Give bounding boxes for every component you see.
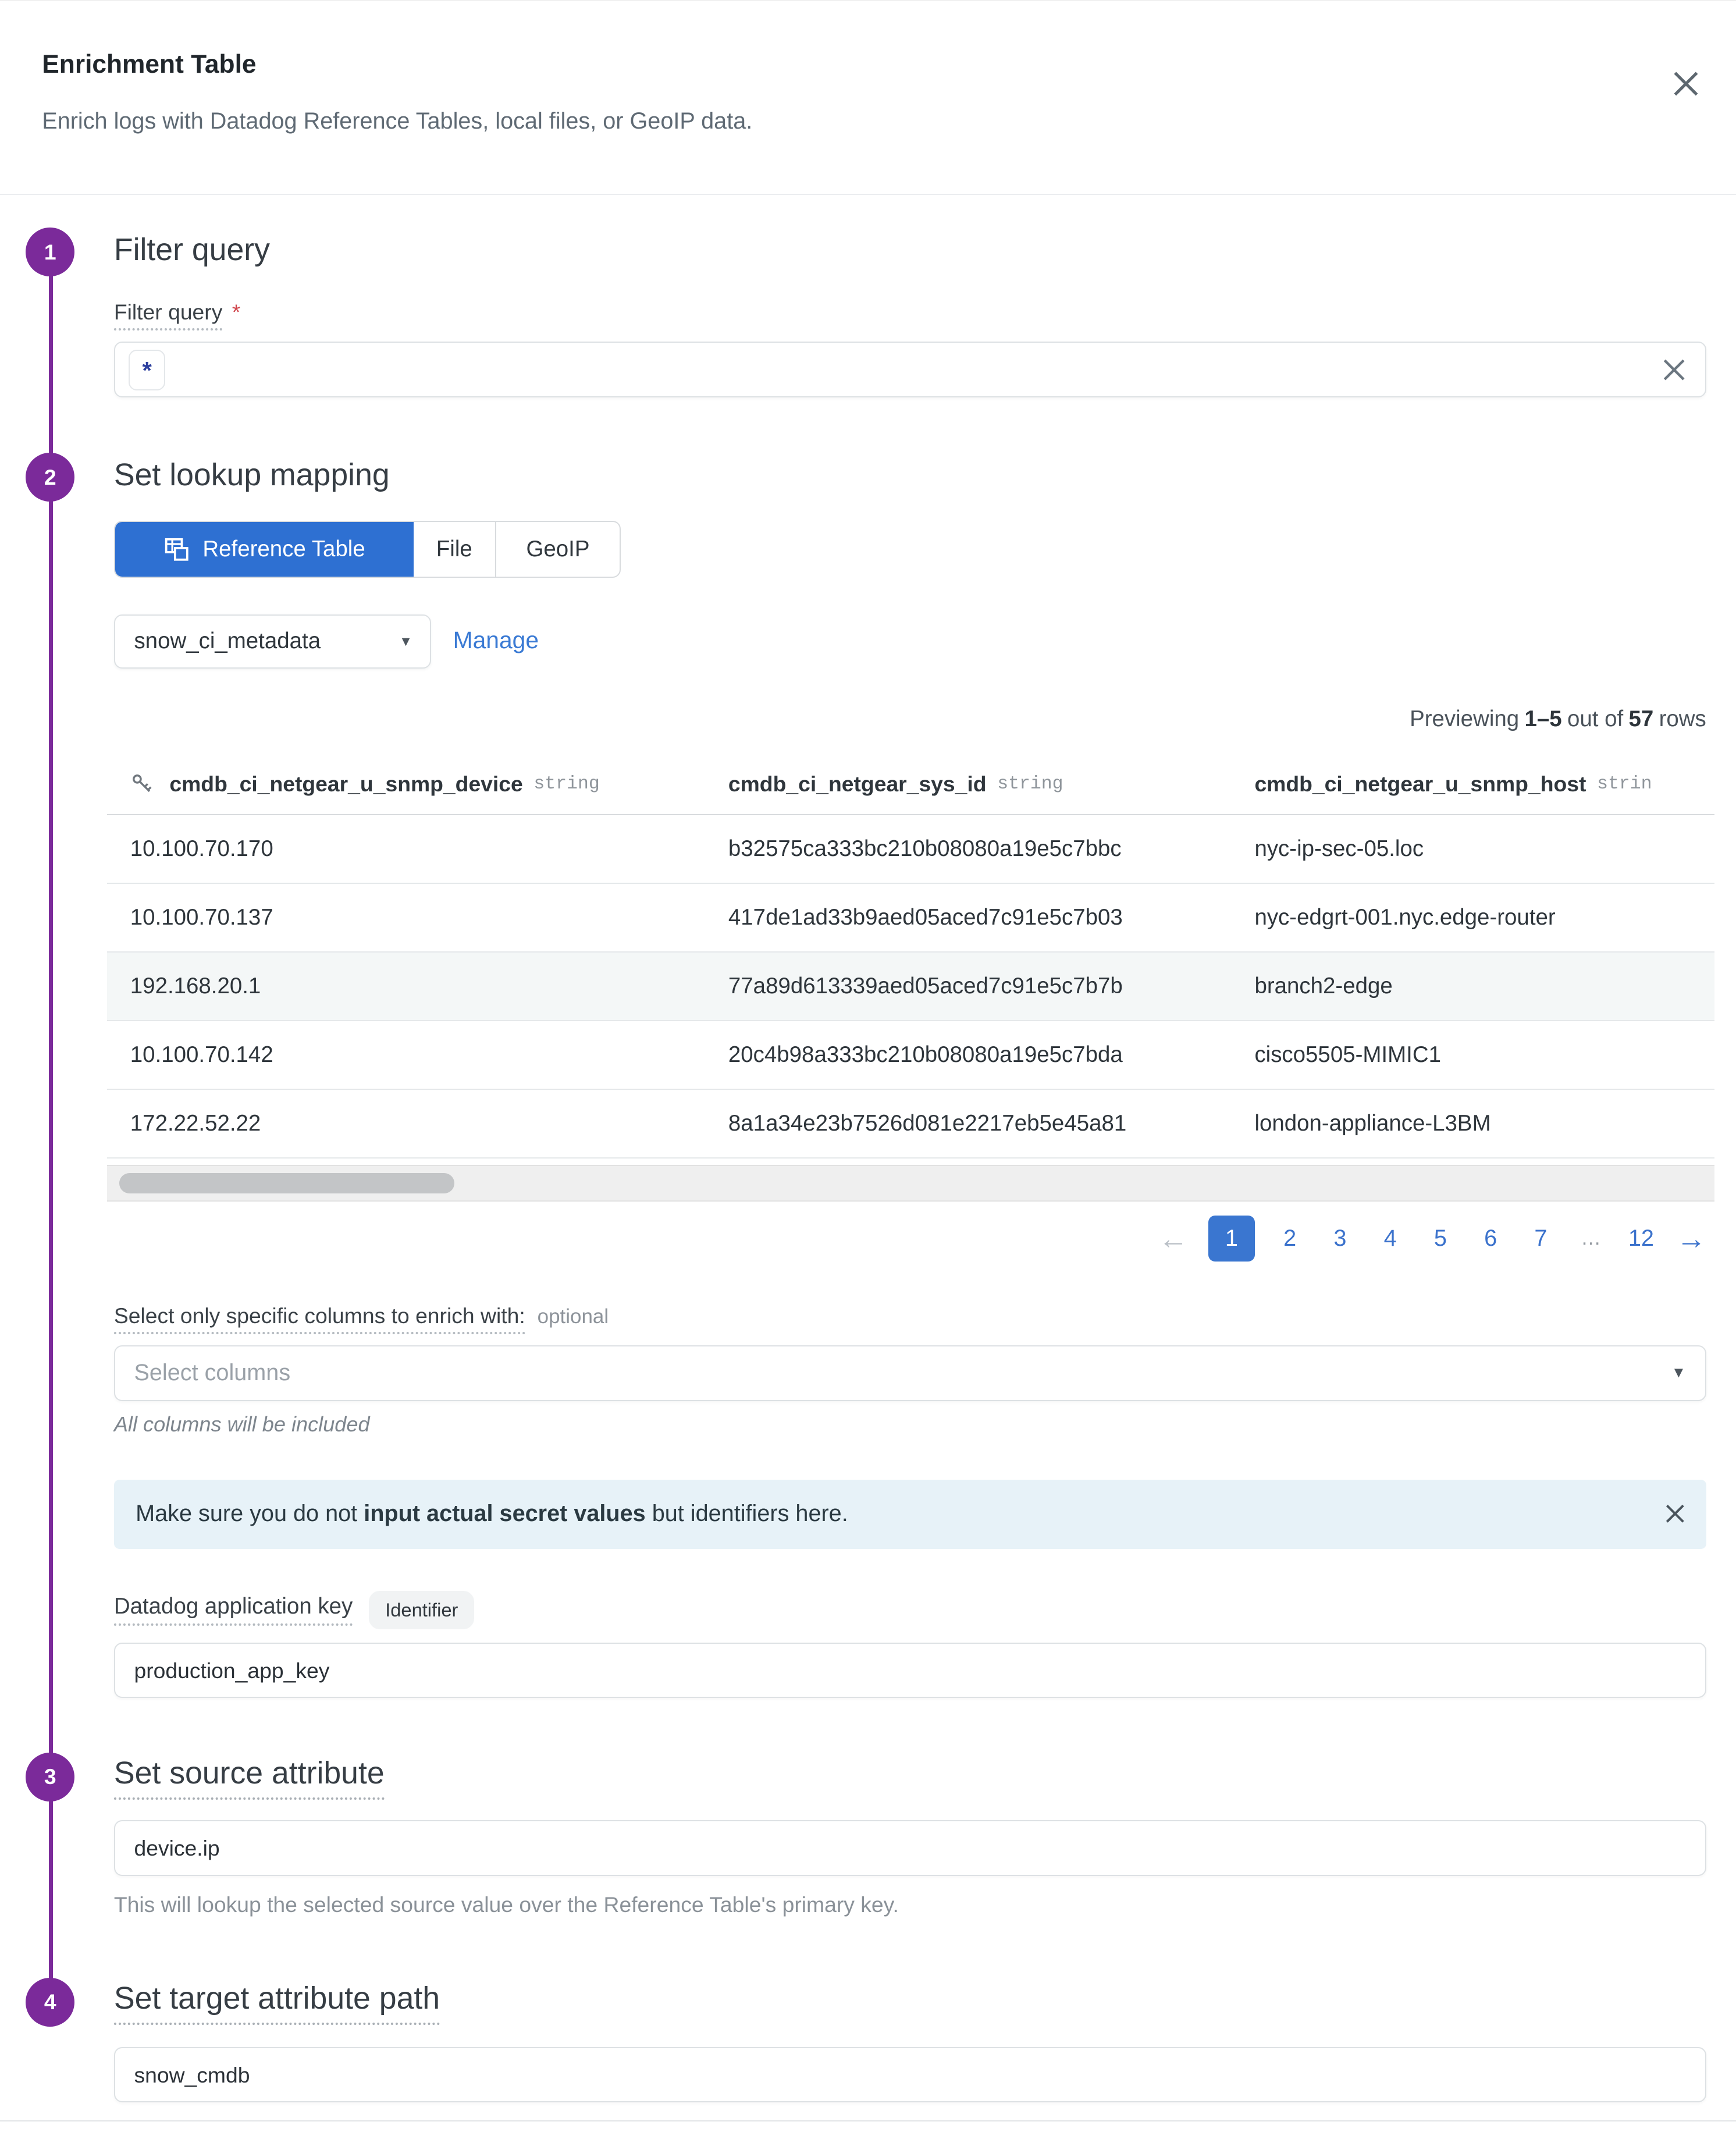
table-row: 172.22.52.22 8a1a34e23b7526d081e2217eb5e…: [107, 1090, 1714, 1159]
column-header-snmp-host: cmdb_ci_netgear_u_snmp_host string: [1254, 753, 1651, 815]
pagination-ellipsis: …: [1576, 1227, 1606, 1250]
tab-file[interactable]: File: [414, 522, 496, 577]
page-7[interactable]: 7: [1526, 1225, 1556, 1252]
cell-host: branch2-edge: [1254, 953, 1392, 1021]
next-page-icon[interactable]: →: [1677, 1216, 1706, 1262]
dismiss-banner-icon[interactable]: [1662, 1500, 1689, 1527]
prev-page-icon[interactable]: ←: [1158, 1216, 1188, 1262]
reference-table-select[interactable]: snow_ci_metadata ▼: [114, 614, 432, 669]
filter-query-token[interactable]: *: [129, 350, 165, 390]
clear-filter-icon[interactable]: [1659, 355, 1689, 385]
table-row: 10.100.70.137 417de1ad33b9aed05aced7c91e…: [107, 884, 1714, 953]
pagination: ← 1 2 3 4 5 6 7 … 12 →: [1158, 1214, 1706, 1263]
reference-table-select-value: snow_ci_metadata: [134, 616, 321, 667]
step-2-badge: 2: [26, 453, 74, 502]
cell-device: 10.100.70.170: [130, 815, 273, 883]
tab-reference-table[interactable]: Reference Table: [115, 522, 414, 577]
cell-host: nyc-ip-sec-05.loc: [1254, 815, 1424, 883]
cell-sys-id: 20c4b98a333bc210b08080a19e5c7bda: [728, 1021, 1123, 1089]
step-3-title: Set source attribute: [114, 1755, 385, 1791]
secret-warning-banner: Make sure you do not input actual secret…: [114, 1480, 1706, 1549]
required-asterisk: *: [232, 300, 241, 324]
cell-sys-id: b32575ca333bc210b08080a19e5c7bbc: [728, 815, 1122, 883]
cell-sys-id: 77a89d613339aed05aced7c91e5c7b7b: [728, 953, 1123, 1021]
cell-device: 172.22.52.22: [130, 1090, 261, 1158]
enrichment-table-panel: Enrichment Table Enrich logs with Datado…: [0, 0, 1736, 2131]
tab-geoip[interactable]: GeoIP: [496, 522, 620, 577]
lookup-source-tabs: Reference Table File GeoIP: [114, 521, 621, 578]
all-columns-hint: All columns will be included: [114, 1412, 370, 1437]
cell-device: 10.100.70.137: [130, 884, 273, 952]
horizontal-scrollbar[interactable]: [107, 1165, 1714, 1202]
preview-count: Previewing1–5out of57rows: [1404, 706, 1706, 732]
chevron-down-icon: ▼: [1671, 1346, 1686, 1399]
step-3-badge: 3: [26, 1753, 74, 1801]
cell-device: 192.168.20.1: [130, 953, 261, 1021]
app-key-label: Datadog application key: [114, 1594, 353, 1626]
page-6[interactable]: 6: [1476, 1225, 1506, 1252]
page-1[interactable]: 1: [1208, 1216, 1254, 1262]
page-title: Enrichment Table: [42, 50, 256, 79]
header-divider: [0, 194, 1736, 195]
page-4[interactable]: 4: [1375, 1225, 1405, 1252]
step-1-title: Filter query: [114, 232, 270, 268]
table-header-row: cmdb_ci_netgear_u_snmp_device string cmd…: [107, 753, 1714, 815]
table-row-highlighted: 192.168.20.1 77a89d613339aed05aced7c91e5…: [107, 953, 1714, 1021]
source-attribute-hint: This will lookup the selected source val…: [114, 1892, 899, 1917]
step-1-badge: 1: [26, 228, 74, 276]
tab-reference-table-label: Reference Table: [202, 536, 365, 562]
filter-query-label: Filter query*: [114, 300, 240, 325]
secret-warning-text: Make sure you do not input actual secret…: [136, 1480, 848, 1548]
filter-query-input[interactable]: *: [114, 342, 1706, 397]
cell-sys-id: 8a1a34e23b7526d081e2217eb5e45a81: [728, 1090, 1126, 1158]
primary-key-icon: [130, 772, 154, 795]
column-header-device: cmdb_ci_netgear_u_snmp_device string: [130, 753, 600, 815]
page-3[interactable]: 3: [1325, 1225, 1355, 1252]
scrollbar-thumb[interactable]: [119, 1173, 454, 1193]
page-12[interactable]: 12: [1626, 1225, 1656, 1252]
page-5[interactable]: 5: [1425, 1225, 1455, 1252]
cell-device: 10.100.70.142: [130, 1021, 273, 1089]
app-key-input[interactable]: production_app_key: [114, 1643, 1706, 1699]
chevron-down-icon: ▼: [399, 616, 412, 667]
select-columns-placeholder: Select columns: [134, 1346, 290, 1399]
identifier-badge: Identifier: [369, 1591, 474, 1629]
cell-host: london-appliance-L3BM: [1254, 1090, 1490, 1158]
column-header-sys-id: cmdb_ci_netgear_sys_id string: [728, 753, 1063, 815]
step-connector-line: [49, 254, 53, 2003]
panel-bottom-divider: [0, 2120, 1736, 2121]
step-2-title: Set lookup mapping: [114, 457, 390, 493]
page-2[interactable]: 2: [1275, 1225, 1305, 1252]
table-row: 10.100.70.170 b32575ca333bc210b08080a19e…: [107, 815, 1714, 884]
cell-sys-id: 417de1ad33b9aed05aced7c91e5c7b03: [728, 884, 1123, 952]
target-attribute-input[interactable]: snow_cmdb: [114, 2047, 1706, 2103]
manage-link[interactable]: Manage: [453, 627, 539, 654]
select-columns-label: Select only specific columns to enrich w…: [114, 1303, 609, 1328]
page-subtitle: Enrich logs with Datadog Reference Table…: [42, 108, 752, 134]
cell-host: nyc-edgrt-001.nyc.edge-router: [1254, 884, 1555, 952]
step-4-badge: 4: [26, 1978, 74, 2027]
close-icon[interactable]: [1666, 63, 1706, 104]
select-columns-dropdown[interactable]: Select columns ▼: [114, 1345, 1706, 1401]
step-4-title: Set target attribute path: [114, 1980, 440, 2016]
optional-tag: optional: [538, 1305, 609, 1328]
reference-table-preview: cmdb_ci_netgear_u_snmp_device string cmd…: [107, 753, 1714, 1159]
reference-table-icon: [163, 536, 191, 563]
cell-host: cisco5505-MIMIC1: [1254, 1021, 1441, 1089]
app-key-label-row: Datadog application key Identifier: [114, 1589, 475, 1632]
source-attribute-input[interactable]: device.ip: [114, 1820, 1706, 1876]
table-row: 10.100.70.142 20c4b98a333bc210b08080a19e…: [107, 1021, 1714, 1090]
